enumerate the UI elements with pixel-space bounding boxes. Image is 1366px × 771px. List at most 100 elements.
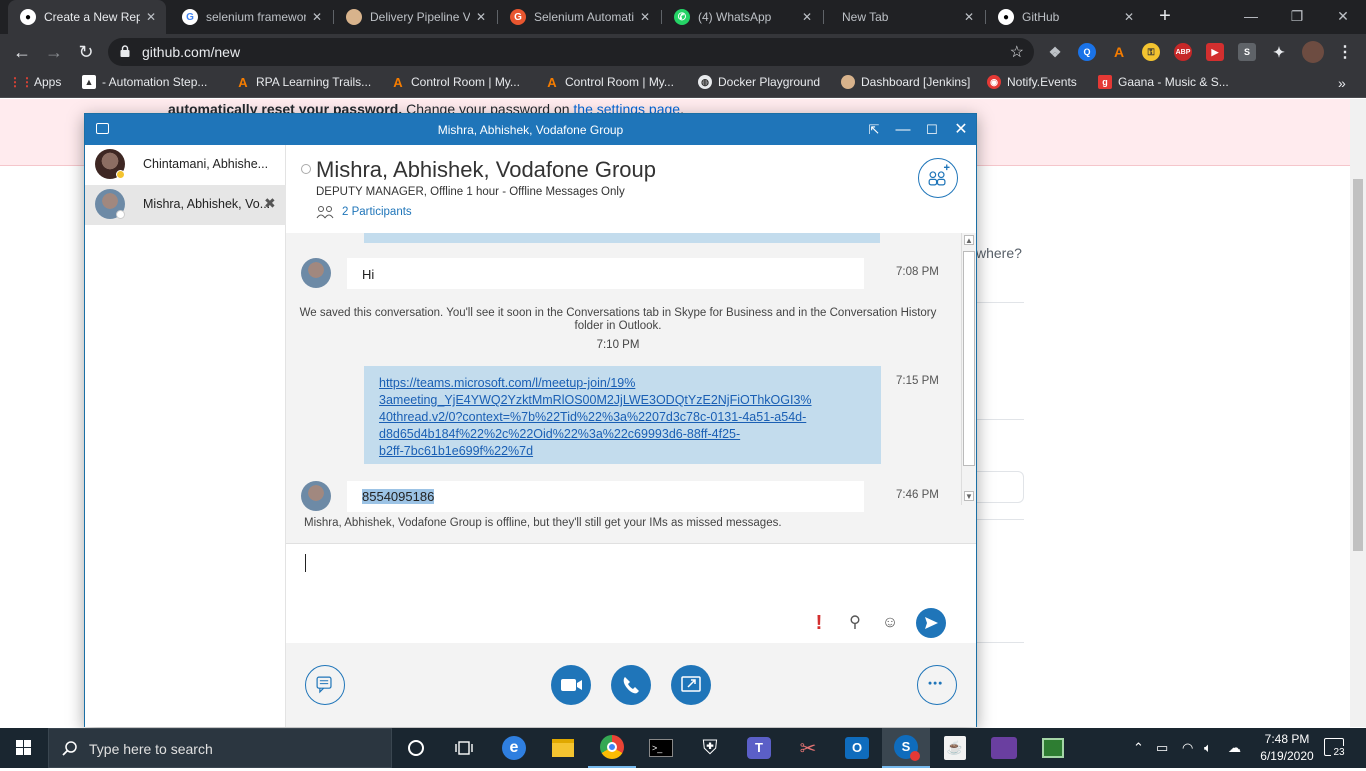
close-tab-icon[interactable]: ✕: [476, 10, 486, 24]
taskbar-java[interactable]: ☕: [931, 728, 979, 768]
conversation-item-selected[interactable]: Mishra, Abhishek, Vo... ✖: [85, 185, 286, 225]
taskbar-app-game[interactable]: [980, 728, 1028, 768]
cortana-button[interactable]: [392, 728, 440, 768]
bookmark-gaana[interactable]: g Gaana - Music & S...: [1098, 75, 1229, 89]
back-button[interactable]: ←: [10, 40, 34, 64]
close-tab-icon[interactable]: ✕: [312, 10, 322, 24]
bookmark-control-room-1[interactable]: A Control Room | My...: [391, 75, 520, 90]
bookmark-star-icon[interactable]: ☆: [1010, 42, 1024, 62]
taskbar-edge[interactable]: e: [490, 728, 538, 768]
meeting-link-line[interactable]: 40thread.v2/0?context=%7b%22Tid%22%3a%22…: [379, 409, 881, 426]
bookmark-label: Gaana - Music & S...: [1118, 75, 1229, 89]
audio-call-button[interactable]: [611, 665, 651, 705]
im-button[interactable]: [305, 665, 345, 705]
restore-button[interactable]: ❐: [1274, 0, 1320, 34]
bookmark-apps[interactable]: ⋮⋮ Apps: [9, 75, 61, 89]
taskbar-security[interactable]: ⛨: [686, 728, 734, 768]
volume-icon[interactable]: 🔈︎: [1204, 740, 1212, 756]
maximize-button[interactable]: ☐: [919, 119, 945, 141]
taskbar-outlook[interactable]: O: [833, 728, 881, 768]
high-importance-button[interactable]: !: [808, 612, 830, 634]
bookmark-rpa-learning[interactable]: A RPA Learning Trails...: [236, 75, 371, 90]
address-bar[interactable]: github.com/new ☆: [108, 38, 1034, 66]
close-conversation-icon[interactable]: ✖: [264, 195, 276, 212]
task-view-button[interactable]: [440, 728, 488, 768]
close-tab-icon[interactable]: ✕: [802, 10, 812, 24]
taskbar-file-explorer[interactable]: [539, 728, 587, 768]
profile-avatar[interactable]: [1302, 41, 1324, 63]
taskbar-app-window[interactable]: [1029, 728, 1077, 768]
attach-icon[interactable]: ⚲: [844, 612, 866, 634]
automation-anywhere-icon[interactable]: A: [1110, 43, 1128, 61]
more-bookmarks-button[interactable]: »: [1338, 75, 1346, 91]
message-compose-area[interactable]: ! ⚲ ☺: [286, 543, 976, 643]
close-tab-icon[interactable]: ✕: [1124, 10, 1134, 24]
key-extension-icon[interactable]: ⚿: [1142, 43, 1160, 61]
new-tab-button[interactable]: +: [1154, 6, 1176, 28]
forward-button[interactable]: →: [42, 40, 66, 64]
tab-new-tab[interactable]: New Tab ✕: [824, 0, 984, 34]
meeting-link-line[interactable]: d8d65d4b184f%22%2c%22Oid%22%3a%22c69993d…: [379, 426, 881, 443]
taskbar-terminal[interactable]: >_: [637, 728, 685, 768]
meeting-link-line[interactable]: b2ff-7bc61b1e699f%22%7d: [379, 443, 881, 460]
tab-selenium-framework[interactable]: G selenium framework ✕: [170, 0, 332, 34]
send-button[interactable]: [916, 608, 946, 638]
battery-icon[interactable]: ▭: [1156, 740, 1168, 756]
scroll-up-arrow-icon[interactable]: ▲: [964, 235, 974, 245]
close-tab-icon[interactable]: ✕: [964, 10, 974, 24]
s-extension-icon[interactable]: S: [1238, 43, 1256, 61]
meeting-link-line[interactable]: https://teams.microsoft.com/l/meetup-joi…: [379, 375, 881, 392]
video-extension-icon[interactable]: ▶: [1206, 43, 1224, 61]
google-icon: G: [182, 9, 198, 25]
taskbar-skype-business[interactable]: S: [882, 728, 930, 768]
chrome-menu-icon[interactable]: ⋮: [1336, 43, 1354, 61]
pop-out-icon[interactable]: ⇱: [861, 119, 887, 141]
dropbox-icon[interactable]: ❖: [1046, 43, 1064, 61]
reload-button[interactable]: ↻: [74, 40, 98, 64]
start-button[interactable]: [0, 728, 48, 768]
scroll-down-arrow-icon[interactable]: ▼: [964, 491, 974, 501]
tab-whatsapp[interactable]: ✆ (4) WhatsApp ✕: [662, 0, 822, 34]
tab-delivery-pipeline[interactable]: Delivery Pipeline V ✕: [334, 0, 496, 34]
taskbar-chrome[interactable]: [588, 728, 636, 768]
meeting-link-line[interactable]: 3ameeting_YjE4YWQ2YzktMmRlOS00M2JjLWE3OD…: [379, 392, 881, 409]
participants-link[interactable]: 2 Participants: [342, 206, 412, 218]
bookmark-notify-events[interactable]: ◉ Notify.Events: [987, 75, 1077, 89]
wifi-icon[interactable]: ◠: [1182, 740, 1193, 756]
extensions-puzzle-icon[interactable]: ✦: [1270, 43, 1288, 61]
scrollbar-thumb[interactable]: [1353, 179, 1363, 551]
adblock-plus-icon[interactable]: ABP: [1174, 43, 1192, 61]
show-hidden-icons[interactable]: ⌃: [1133, 740, 1144, 756]
emoticon-icon[interactable]: ☺: [879, 612, 901, 634]
system-clock[interactable]: 7:48 PM 6/19/2020: [1256, 731, 1318, 765]
video-call-button[interactable]: [551, 665, 591, 705]
bookmark-docker-playground[interactable]: ◍ Docker Playground: [698, 75, 820, 89]
taskbar-search-box[interactable]: Type here to search: [48, 728, 392, 768]
taskbar-teams[interactable]: T: [735, 728, 783, 768]
tab-github[interactable]: ● GitHub ✕: [986, 0, 1144, 34]
present-button[interactable]: [671, 665, 711, 705]
contact-name[interactable]: Mishra, Abhishek, Vodafone Group: [316, 157, 656, 183]
tab-selenium-automation[interactable]: G Selenium Automation ✕: [498, 0, 660, 34]
search-extension-icon[interactable]: Q: [1078, 43, 1096, 61]
close-tab-icon[interactable]: ✕: [640, 10, 650, 24]
close-window-button[interactable]: ✕: [1320, 0, 1366, 34]
add-participant-button[interactable]: [918, 158, 958, 198]
more-options-button[interactable]: [917, 665, 957, 705]
close-tab-icon[interactable]: ✕: [146, 10, 156, 24]
conversation-item[interactable]: Chintamani, Abhishe...: [85, 145, 286, 185]
action-center-button[interactable]: 23: [1324, 738, 1347, 760]
minimize-button[interactable]: —: [1228, 0, 1274, 34]
bookmark-automation-step[interactable]: ▲ - Automation Step...: [82, 75, 207, 89]
close-button[interactable]: ✕: [948, 119, 974, 141]
bookmark-jenkins[interactable]: Dashboard [Jenkins]: [841, 75, 970, 89]
onedrive-cloud-icon[interactable]: ☁: [1228, 740, 1241, 756]
page-scrollbar[interactable]: [1350, 99, 1366, 727]
message-text-selected[interactable]: 8554095186: [362, 489, 435, 504]
bookmark-control-room-2[interactable]: A Control Room | My...: [545, 75, 674, 90]
tab-create-repo[interactable]: ● Create a New Repo ✕: [8, 0, 166, 34]
history-scrollbar[interactable]: ▲ ▼: [961, 233, 975, 505]
minimize-button[interactable]: —: [890, 119, 916, 141]
scrollbar-thumb[interactable]: [963, 251, 975, 466]
taskbar-snipping[interactable]: ✂: [784, 728, 832, 768]
